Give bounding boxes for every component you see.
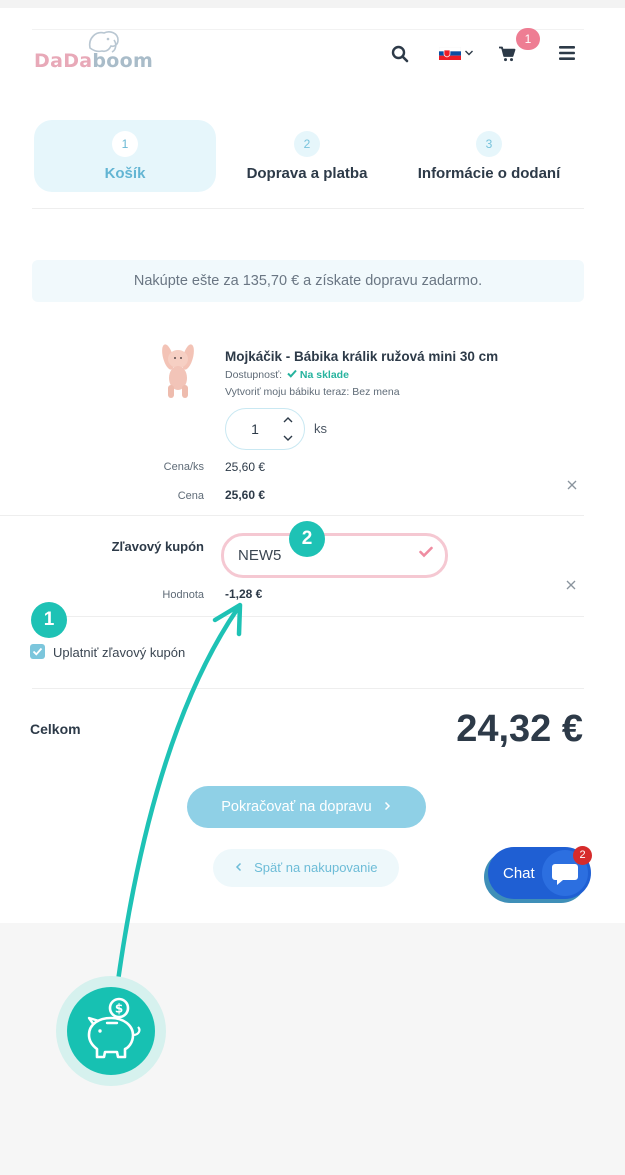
piggy-bank-icon: $ [87, 997, 141, 1059]
annotation-badge-1: 1 [31, 602, 67, 638]
svg-text:$: $ [115, 1002, 123, 1016]
piggy-bank-circle: $ [67, 987, 155, 1075]
annotation-badge-2: 2 [289, 521, 325, 557]
